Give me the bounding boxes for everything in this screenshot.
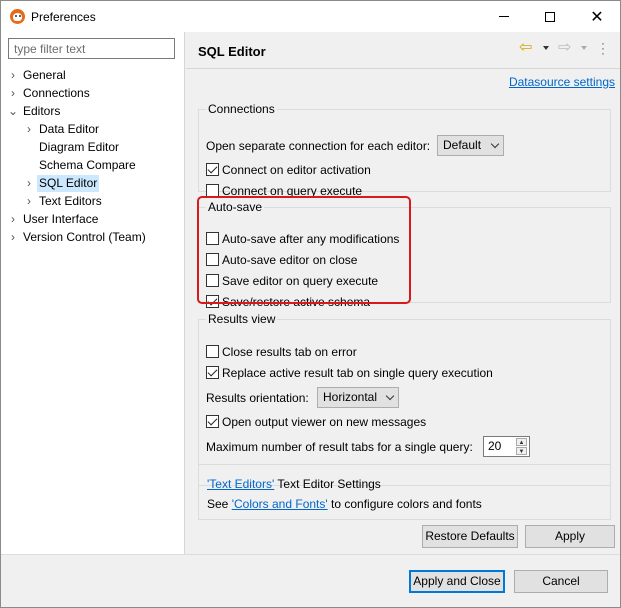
orientation-label: Results orientation: — [206, 391, 309, 405]
colors-fonts-row: See 'Colors and Fonts' to configure colo… — [207, 497, 482, 511]
cancel-button[interactable]: Cancel — [514, 570, 608, 593]
dbeaver-app-icon — [10, 9, 25, 24]
preferences-tree-pane: › General › Connections ⌄ Editors › Data… — [1, 32, 185, 554]
forward-history-dropdown-icon[interactable] — [581, 46, 587, 50]
maximize-icon — [545, 11, 555, 22]
back-arrow-icon[interactable]: ⇦ — [519, 40, 537, 56]
back-history-dropdown-icon[interactable] — [543, 46, 549, 50]
title-bar: Preferences ✕ — [1, 1, 620, 32]
chevron-down-icon — [490, 139, 500, 149]
chevron-right-icon[interactable]: › — [23, 175, 35, 192]
spinner-up-icon[interactable]: ▲ — [516, 438, 527, 446]
open-output-viewer-row[interactable]: Open output viewer on new messages — [206, 413, 426, 431]
forward-arrow-icon[interactable]: ⇨ — [558, 40, 576, 56]
separate-connection-select[interactable]: Default — [437, 135, 504, 156]
minimize-button[interactable] — [481, 1, 527, 32]
chevron-right-icon[interactable]: › — [7, 85, 19, 102]
close-on-error-row[interactable]: Close results tab on error — [206, 343, 357, 361]
view-menu-icon[interactable]: · · · — [600, 37, 606, 59]
chevron-right-icon[interactable]: › — [23, 193, 35, 210]
max-result-tabs-spinner[interactable]: 20 ▲ ▼ — [483, 436, 530, 457]
spinner-down-icon[interactable]: ▼ — [516, 447, 527, 455]
preferences-window: Preferences ✕ › General › Connections ⌄ … — [0, 0, 621, 608]
open-output-viewer-checkbox[interactable] — [206, 415, 219, 429]
chevron-right-icon[interactable]: › — [23, 121, 35, 138]
colors-fonts-link[interactable]: 'Colors and Fonts' — [232, 497, 328, 511]
separate-connection-label: Open separate connection for each editor… — [206, 139, 431, 153]
apply-and-close-button[interactable]: Apply and Close — [409, 570, 505, 593]
maximize-button[interactable] — [527, 1, 573, 32]
editor-links-panel: 'Text Editors' Text Editor Settings See … — [198, 464, 611, 520]
filter-input[interactable] — [8, 38, 175, 59]
replace-active-tab-row[interactable]: Replace active result tab on single quer… — [206, 364, 493, 382]
orientation-select[interactable]: Horizontal — [317, 387, 399, 408]
chevron-down-icon — [385, 391, 395, 401]
datasource-settings-link[interactable]: Datasource settings — [509, 75, 615, 89]
chevron-right-icon[interactable]: › — [7, 67, 19, 84]
connections-legend: Connections — [208, 102, 275, 116]
close-on-error-checkbox[interactable] — [206, 345, 219, 359]
close-button[interactable]: ✕ — [574, 1, 620, 32]
results-view-legend: Results view — [208, 312, 276, 326]
chevron-down-icon[interactable]: ⌄ — [7, 103, 19, 120]
connect-on-activation-row[interactable]: Connect on editor activation — [206, 161, 371, 179]
autosave-highlight-box — [197, 196, 411, 304]
replace-active-tab-checkbox[interactable] — [206, 366, 219, 380]
apply-button[interactable]: Apply — [525, 525, 615, 548]
connect-on-activation-checkbox[interactable] — [206, 163, 219, 177]
minimize-icon — [499, 16, 509, 17]
page-title: SQL Editor — [198, 44, 266, 59]
header-separator — [186, 68, 620, 69]
text-editors-link[interactable]: 'Text Editors' — [207, 477, 274, 491]
connections-group: Connections Open separate connection for… — [198, 102, 611, 198]
text-editors-row: 'Text Editors' Text Editor Settings — [207, 477, 381, 491]
chevron-right-icon[interactable]: › — [7, 229, 19, 246]
chevron-right-icon[interactable]: › — [7, 211, 19, 228]
max-result-tabs-label: Maximum number of result tabs for a sing… — [206, 440, 473, 454]
sql-editor-page: SQL Editor ⇦ ⇨ · · · Datasource settings C… — [186, 32, 620, 554]
close-icon: ✕ — [590, 8, 604, 26]
window-title: Preferences — [31, 10, 96, 24]
results-view-group: Results view Close results tab on error … — [198, 312, 611, 486]
restore-defaults-button[interactable]: Restore Defaults — [422, 525, 518, 548]
footer-separator — [1, 554, 620, 555]
